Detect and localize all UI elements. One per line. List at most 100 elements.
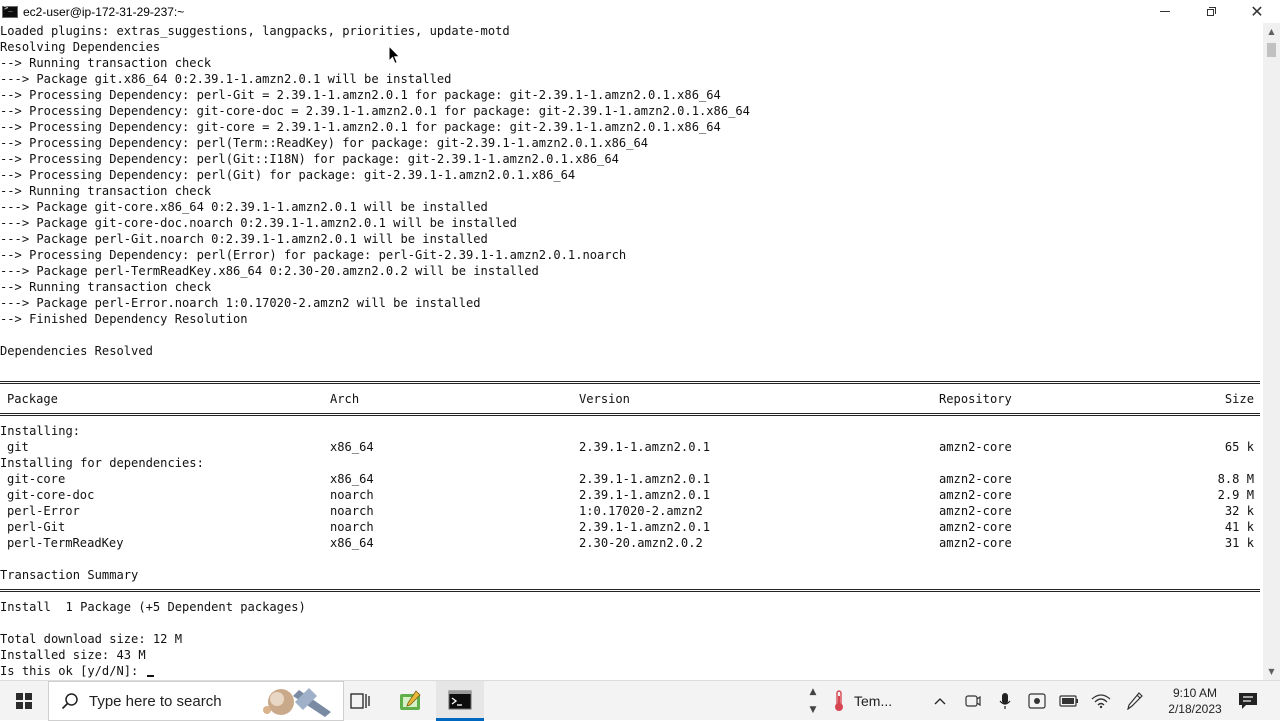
terminal-line: --> Processing Dependency: perl-Git = 2.…	[0, 88, 721, 102]
window-controls: ✕	[1142, 0, 1280, 23]
terminal-line: ---> Package perl-Git.noarch 0:2.39.1-1.…	[0, 232, 488, 246]
weather-widget[interactable]: Tem...	[832, 681, 922, 721]
download-size: Total download size: 12 M	[0, 632, 183, 646]
notification-center-button[interactable]	[1236, 681, 1260, 721]
minimize-button[interactable]	[1142, 0, 1188, 23]
pen-icon	[1127, 692, 1143, 710]
tray-item[interactable]	[1124, 681, 1146, 721]
close-icon: ✕	[1250, 1, 1264, 21]
search-icon	[61, 693, 78, 710]
notification-icon	[1239, 693, 1257, 709]
tray-item[interactable]	[962, 681, 984, 721]
system-clock[interactable]: 9:10 AM 2/18/2023	[1160, 681, 1230, 721]
tray-item[interactable]	[1058, 681, 1080, 721]
cell-arch: x86_64	[330, 536, 374, 550]
taskbar-terminal-button[interactable]	[436, 681, 484, 721]
taskbar-search[interactable]: Type here to search	[48, 681, 344, 721]
terminal-line: --> Processing Dependency: perl(Git) for…	[0, 168, 576, 182]
battery-icon	[1059, 695, 1078, 707]
cell-arch: noarch	[330, 488, 374, 502]
terminal-line: --> Processing Dependency: perl(Git::I18…	[0, 152, 619, 166]
taskbar-app-button[interactable]	[386, 681, 434, 721]
terminal-line: ---> Package perl-Error.noarch 1:0.17020…	[0, 296, 481, 310]
cell-size: 41 k	[1224, 520, 1254, 534]
terminal-output[interactable]: Loaded plugins: extras_suggestions, lang…	[0, 23, 1263, 680]
header-version: Version	[579, 392, 630, 406]
terminal-line: --> Finished Dependency Resolution	[0, 312, 248, 326]
meet-now-icon	[965, 695, 981, 707]
cell-package: perl-TermReadKey	[7, 536, 124, 550]
thermometer-icon	[835, 690, 843, 711]
cell-repository: amzn2-core	[939, 536, 1012, 550]
cell-size: 31 k	[1224, 536, 1254, 550]
cell-size: 2.9 M	[1217, 488, 1254, 502]
prompt-line[interactable]: Is this ok [y/d/N]:	[0, 663, 1263, 679]
show-hidden-icons-button[interactable]	[932, 681, 948, 721]
terminal-line: Resolving Dependencies	[0, 40, 161, 54]
command-prompt-icon	[448, 690, 472, 709]
terminal-line: --> Running transaction check	[0, 280, 212, 294]
taskbar: Type here to search ▲ ▼ Tem... 9:10 AM 2…	[0, 680, 1280, 721]
header-size: Size	[1224, 392, 1254, 406]
cell-repository: amzn2-core	[939, 472, 1012, 486]
cell-version: 2.39.1-1.amzn2.0.1	[579, 520, 711, 534]
terminal-log: Loaded plugins: extras_suggestions, lang…	[0, 23, 1263, 375]
cell-version: 1:0.17020-2.amzn2	[579, 504, 703, 518]
task-view-button[interactable]	[344, 681, 376, 721]
table-row: git x86_64 2.39.1-1.amzn2.0.1 amzn2-core 65 …	[0, 439, 1263, 455]
taskbar-scroll-buttons[interactable]: ▲ ▼	[805, 681, 821, 721]
cell-package: perl-Git	[7, 520, 66, 534]
installing-rows: git x86_64 2.39.1-1.amzn2.0.1 amzn2-core 65 …	[0, 439, 1263, 455]
header-repository: Repository	[939, 392, 1012, 406]
title-bar[interactable]: ec2-user@ip-172-31-29-237:~ ✕	[0, 0, 1280, 23]
terminal-line: --> Processing Dependency: perl(Term::Re…	[0, 136, 649, 150]
table-row: perl-Error noarch 1:0.17020-2.amzn2 amzn2-c…	[0, 503, 1263, 519]
table-row: perl-Git noarch 2.39.1-1.amzn2.0.1 amzn2-co…	[0, 519, 1263, 535]
terminal-icon	[2, 4, 18, 18]
scroll-thumb[interactable]	[1267, 43, 1276, 57]
clock-time: 9:10 AM	[1172, 686, 1218, 700]
installed-size: Installed size: 43 M	[0, 648, 146, 662]
tray-item[interactable]	[1090, 681, 1112, 721]
vertical-scrollbar[interactable]: ▲ ▼	[1263, 23, 1280, 680]
text-cursor	[146, 675, 154, 677]
terminal-line: ---> Package git-core-doc.noarch 0:2.39.…	[0, 216, 517, 230]
cell-size: 65 k	[1224, 440, 1254, 454]
cell-arch: noarch	[330, 504, 374, 518]
terminal-line: --> Processing Dependency: perl(Error) f…	[0, 248, 627, 262]
start-button[interactable]	[0, 681, 48, 721]
header-arch: Arch	[330, 392, 360, 406]
cell-size: 32 k	[1224, 504, 1254, 518]
tray-item[interactable]	[994, 681, 1016, 721]
terminal-line: --> Processing Dependency: git-core-doc …	[0, 104, 750, 118]
close-button[interactable]: ✕	[1234, 0, 1280, 23]
table-row: git-core-doc noarch 2.39.1-1.amzn2.0.1 amzn…	[0, 487, 1263, 503]
terminal-line: --> Processing Dependency: git-core = 2.…	[0, 120, 721, 134]
cell-arch: noarch	[330, 520, 374, 534]
restore-button[interactable]	[1188, 0, 1234, 23]
tray-item[interactable]	[1026, 681, 1048, 721]
window-title: ec2-user@ip-172-31-29-237:~	[23, 4, 185, 19]
summary-title: Transaction Summary	[0, 568, 139, 582]
cell-version: 2.39.1-1.amzn2.0.1	[579, 440, 711, 454]
scroll-down-icon[interactable]: ▼	[1263, 663, 1280, 680]
chevron-up-icon[interactable]: ▲	[810, 687, 817, 697]
cell-version: 2.39.1-1.amzn2.0.1	[579, 472, 711, 486]
cell-repository: amzn2-core	[939, 440, 1012, 454]
header-package: Package	[7, 392, 58, 406]
terminal-line: --> Running transaction check	[0, 56, 212, 70]
wifi-icon	[1091, 694, 1111, 709]
scroll-up-icon[interactable]: ▲	[1263, 23, 1280, 40]
summary-line: Install 1 Package (+5 Dependent packages…	[0, 600, 306, 614]
task-view-icon	[350, 693, 370, 709]
chevron-down-icon[interactable]: ▼	[810, 705, 817, 715]
cell-package: git-core-doc	[7, 488, 95, 502]
cell-package: git	[7, 440, 29, 454]
cell-repository: amzn2-core	[939, 488, 1012, 502]
cell-arch: x86_64	[330, 440, 374, 454]
restore-icon	[1206, 7, 1216, 16]
cell-size: 8.8 M	[1217, 472, 1254, 486]
